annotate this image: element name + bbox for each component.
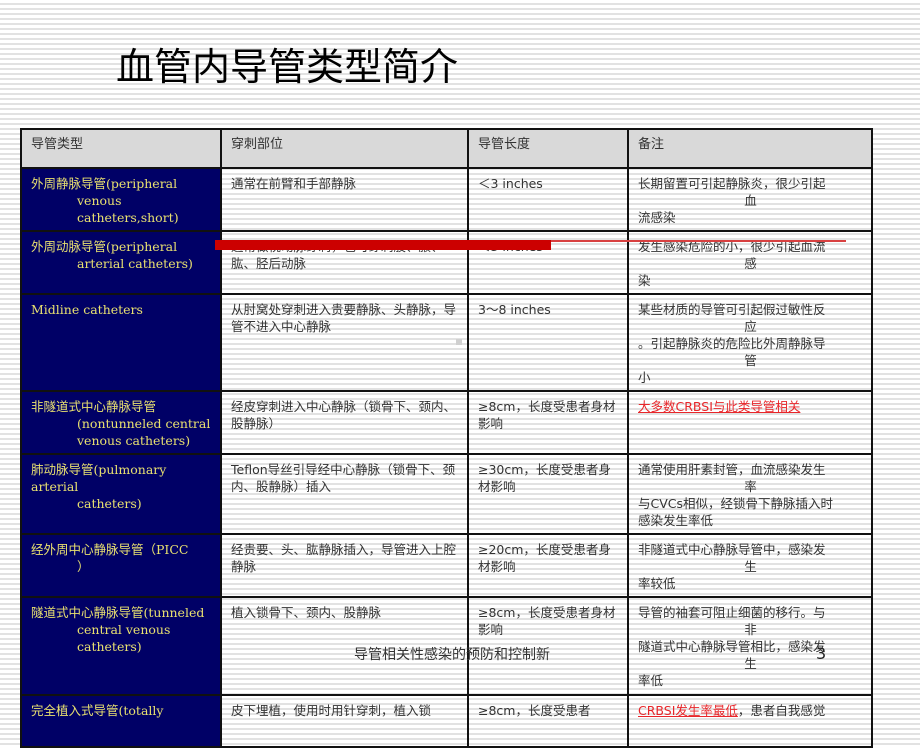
note-line: 率 <box>744 479 757 494</box>
type-name: Midline catheters <box>31 302 143 317</box>
length-cell: ≥8cm，长度受患者 <box>467 694 629 748</box>
type-name: 非隧道式中心静脉导管 <box>31 399 157 414</box>
catheter-type-cell: 肺动脉导管(pulmonary arterial catheters) <box>20 453 222 535</box>
note-text: ，患者自我感觉 <box>737 703 826 718</box>
notes-cell: 大多数CRBSI与此类导管相关 <box>627 390 873 455</box>
type-english: catheters) <box>77 496 142 511</box>
table-row: 肺动脉导管(pulmonary arterial catheters) Tefl… <box>20 453 873 535</box>
notes-cell: 导管的袖套可阻止细菌的移行。与 非 隧道式中心静脉导管相比，感染发 生 率低 <box>627 596 873 696</box>
note-line: 导管的袖套可阻止细菌的移行。与 <box>638 605 826 620</box>
slide-footer: 导管相关性感染的预防和控制新 <box>354 647 550 663</box>
note-line: 血 <box>744 193 757 208</box>
note-line: 管 <box>744 353 757 368</box>
catheter-type-cell: 外周静脉导管(peripheral venous catheters,short… <box>20 167 222 232</box>
page-number: 3 <box>816 644 827 663</box>
table-row: Midline catheters 从肘窝处穿刺进入贵要静脉、头静脉，导管不进入… <box>20 293 873 392</box>
type-name: 经外周中心静脉导管（PICC <box>31 542 189 557</box>
length-cell: ≥20cm，长度受患者身材影响 <box>467 533 629 598</box>
length-cell: 3～8 inches <box>467 293 629 392</box>
note-line: 非隧道式中心静脉导管中，感染发 <box>638 542 826 557</box>
catheter-type-cell: 经外周中心静脉导管（PICC ） <box>20 533 222 598</box>
type-english: venous catheters,short) <box>77 193 179 225</box>
red-strike-line <box>551 240 846 242</box>
note-line: 隧道式中心静脉导管相比，感染发 <box>638 639 826 654</box>
type-name: 肺动脉导管(pulmonary arterial <box>31 462 167 494</box>
header-puncture-site: 穿刺部位 <box>220 128 469 169</box>
notes-cell: 非隧道式中心静脉导管中，感染发 生 率较低 <box>627 533 873 598</box>
puncture-site-cell: 经皮穿刺进入中心静脉（锁骨下、颈内、股静脉） <box>220 390 469 455</box>
type-name: 外周静脉导管(peripheral <box>31 176 178 191</box>
type-english: arterial catheters) <box>77 256 193 271</box>
note-line: 长期留置可引起静脉炎，很少引起 <box>638 176 826 191</box>
length-cell: ＜3 inches <box>467 167 629 232</box>
red-strike-bar <box>215 240 551 250</box>
type-name: 完全植入式导管(totally <box>31 703 164 718</box>
notes-cell: 通常使用肝素封管，血流感染发生 率 与CVCs相似，经锁骨下静脉插入时 感染发生… <box>627 453 873 535</box>
catheter-type-cell: 完全植入式导管(totally <box>20 694 222 748</box>
note-line: 。引起静脉炎的危险比外周静脉导 <box>638 336 826 351</box>
catheter-type-cell: 非隧道式中心静脉导管 (nontunneled central venous c… <box>20 390 222 455</box>
note-highlight: 大多数CRBSI与此类导管相关 <box>638 399 801 414</box>
catheter-type-cell: 外周动脉导管(peripheral arterial catheters) <box>20 230 222 295</box>
note-line: 生 <box>744 656 757 671</box>
table-row: 经外周中心静脉导管（PICC ） 经贵要、头、肱静脉插入，导管进入上腔静脉 ≥2… <box>20 533 873 598</box>
header-notes: 备注 <box>627 128 873 169</box>
puncture-site-cell: 皮下埋植，使用时用针穿刺，植入锁 <box>220 694 469 748</box>
notes-cell: 长期留置可引起静脉炎，很少引起 血 流感染 <box>627 167 873 232</box>
puncture-site-cell: 从肘窝处穿刺进入贵要静脉、头静脉，导管不进入中心静脉 <box>220 293 469 392</box>
note-line: 感 <box>744 256 757 271</box>
note-line: 率低 <box>638 673 664 688</box>
notes-cell: 某些材质的导管可引起假过敏性反 应 。引起静脉炎的危险比外周静脉导 管 小 <box>627 293 873 392</box>
note-line: 流感染 <box>638 210 676 225</box>
note-highlight: CRBSI发生率最低 <box>638 703 738 718</box>
note-line: 小 <box>638 370 651 385</box>
header-catheter-length: 导管长度 <box>467 128 629 169</box>
table-row: 完全植入式导管(totally 皮下埋植，使用时用针穿刺，植入锁 ≥8cm，长度… <box>20 694 873 748</box>
note-line: 生 <box>744 559 757 574</box>
table-row: 外周静脉导管(peripheral venous catheters,short… <box>20 167 873 232</box>
catheter-type-cell: Midline catheters <box>20 293 222 392</box>
note-line: 与CVCs相似，经锁骨下静脉插入时 <box>638 496 834 511</box>
notes-cell: CRBSI发生率最低，患者自我感觉 <box>627 694 873 748</box>
note-line: 某些材质的导管可引起假过敏性反 <box>638 302 826 317</box>
length-cell: ≥8cm，长度受患者身材影响 <box>467 390 629 455</box>
placeholder-dot <box>456 339 462 345</box>
puncture-site-cell: 经贵要、头、肱静脉插入，导管进入上腔静脉 <box>220 533 469 598</box>
table-header-row: 导管类型 穿刺部位 导管长度 备注 <box>20 128 873 169</box>
length-cell: ≥30cm，长度受患者身材影响 <box>467 453 629 535</box>
table-row: 非隧道式中心静脉导管 (nontunneled central venous c… <box>20 390 873 455</box>
type-name: 外周动脉导管(peripheral <box>31 239 178 254</box>
note-line: 感染发生率低 <box>638 513 714 528</box>
type-name: 隧道式中心静脉导管(tunneled <box>31 605 205 620</box>
note-line: 应 <box>744 319 757 334</box>
slide-title: 血管内导管类型简介 <box>116 45 459 89</box>
puncture-site-cell: 通常在前臂和手部静脉 <box>220 167 469 232</box>
note-line: 染 <box>638 273 651 288</box>
type-english: ） <box>77 559 90 574</box>
note-line: 非 <box>744 622 757 637</box>
type-english: central venous catheters) <box>77 622 171 654</box>
type-english: (nontunneled central venous catheters) <box>77 416 211 448</box>
note-line: 率较低 <box>638 576 676 591</box>
header-catheter-type: 导管类型 <box>20 128 222 169</box>
note-line: 通常使用肝素封管，血流感染发生 <box>638 462 826 477</box>
puncture-site-cell: Teflon导丝引导经中心静脉（锁骨下、颈内、股静脉）插入 <box>220 453 469 535</box>
catheter-type-cell: 隧道式中心静脉导管(tunneled central venous cathet… <box>20 596 222 696</box>
